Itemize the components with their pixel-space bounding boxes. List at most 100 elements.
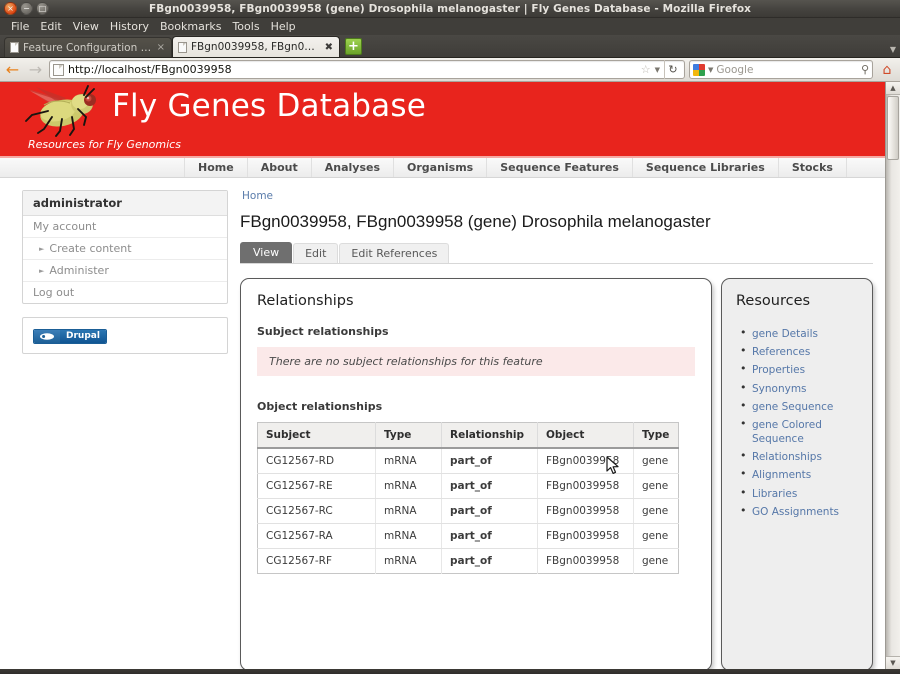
scroll-down-button[interactable]: ▼	[886, 656, 900, 669]
object-relationships-table: Subject Type Relationship Object Type CG…	[257, 422, 679, 574]
window-minimize-button[interactable]: −	[20, 2, 33, 15]
chevron-down-icon[interactable]: ▼	[708, 66, 713, 74]
tab-view[interactable]: View	[240, 242, 293, 263]
column-header-relationship: Relationship	[441, 422, 538, 449]
nav-item-organisms[interactable]: Organisms	[394, 158, 488, 177]
resource-link-properties[interactable]: Properties	[740, 361, 862, 379]
page-scrollbar[interactable]: ▲ ▼	[885, 82, 900, 669]
browser-tab-fbgn0039958[interactable]: FBgn0039958, FBgn0039958... ✖	[172, 36, 340, 57]
menu-tools[interactable]: Tools	[227, 19, 264, 35]
resource-link-alignments[interactable]: Alignments	[740, 466, 862, 484]
scroll-up-button[interactable]: ▲	[886, 82, 900, 95]
web-page: Fly Genes Database Resources for Fly Gen…	[0, 82, 885, 669]
resource-link-synonyms[interactable]: Synonyms	[740, 380, 862, 398]
browser-window: × − □ FBgn0039958, FBgn0039958 (gene) Dr…	[0, 0, 900, 674]
fly-logo-icon	[25, 85, 96, 137]
cell-subject[interactable]: CG12567-RD	[257, 448, 376, 474]
new-tab-button[interactable]: +	[345, 38, 362, 55]
window-close-button[interactable]: ×	[4, 2, 17, 15]
table-row: CG12567-RD mRNA part_of FBgn0039958 gene	[257, 448, 679, 474]
triangle-up-icon: ▲	[890, 84, 896, 92]
cell-subject-type: mRNA	[375, 448, 442, 474]
cell-subject[interactable]: CG12567-RA	[257, 523, 376, 549]
triangle-right-icon: ►	[39, 244, 45, 253]
reload-icon: ↻	[668, 63, 678, 76]
sidebar-item-create-content[interactable]: ► Create content	[23, 238, 227, 260]
reload-button[interactable]: ↻	[664, 60, 681, 79]
window-titlebar: × − □ FBgn0039958, FBgn0039958 (gene) Dr…	[0, 0, 900, 18]
cell-subject[interactable]: CG12567-RE	[257, 473, 376, 499]
scrollbar-thumb[interactable]	[887, 96, 899, 160]
search-input[interactable]: Google	[716, 64, 858, 76]
nav-item-analyses[interactable]: Analyses	[312, 158, 394, 177]
address-bar[interactable]: http://localhost/FBgn0039958 ☆ ▼ ↻	[49, 60, 685, 79]
cell-object-type: gene	[642, 555, 669, 567]
sidebar-item-my-account[interactable]: My account	[23, 216, 227, 238]
search-bar[interactable]: ▼ Google ⚲	[689, 60, 873, 79]
column-header-object: Object	[537, 422, 634, 449]
nav-item-sequence-features[interactable]: Sequence Features	[487, 158, 633, 177]
bookmark-star-icon[interactable]: ☆	[641, 63, 651, 76]
column-header-type-object: Type	[633, 422, 679, 449]
site-slogan: Resources for Fly Genomics	[28, 138, 181, 151]
home-icon: ⌂	[882, 61, 892, 78]
page-icon	[53, 63, 64, 76]
resource-link-libraries[interactable]: Libraries	[740, 485, 862, 503]
window-maximize-button[interactable]: □	[36, 2, 49, 15]
resource-link-gene-colored-sequence[interactable]: gene Colored Sequence	[740, 416, 862, 448]
tab-list-button[interactable]: ▼	[890, 45, 896, 54]
main-navigation: Home About Analyses Organisms Sequence F…	[0, 156, 885, 178]
nav-item-about[interactable]: About	[248, 158, 312, 177]
cell-object: FBgn0039958	[537, 473, 634, 499]
cell-subject-type: mRNA	[375, 548, 442, 574]
resource-link-go-assignments[interactable]: GO Assignments	[740, 503, 862, 521]
sidebar-item-log-out[interactable]: Log out	[23, 282, 227, 303]
close-icon[interactable]: ×	[157, 42, 165, 53]
menu-bookmarks[interactable]: Bookmarks	[155, 19, 226, 35]
page-icon	[178, 41, 187, 53]
arrow-left-icon: ←	[5, 59, 20, 79]
resource-link-gene-sequence[interactable]: gene Sequence	[740, 398, 862, 416]
cell-object-type: gene	[633, 498, 679, 524]
nav-item-home[interactable]: Home	[184, 158, 248, 177]
subject-relationships-heading: Subject relationships	[257, 325, 389, 338]
nav-item-stocks[interactable]: Stocks	[779, 158, 847, 177]
search-icon[interactable]: ⚲	[861, 63, 869, 76]
chevron-down-icon[interactable]: ▼	[655, 66, 660, 74]
sidebar-item-label: Administer	[49, 264, 109, 277]
back-button[interactable]: ←	[3, 60, 22, 79]
window-title: FBgn0039958, FBgn0039958 (gene) Drosophi…	[148, 2, 752, 15]
cell-subject[interactable]: CG12567-RC	[257, 498, 376, 524]
navigation-toolbar: ← → http://localhost/FBgn0039958 ☆ ▼ ↻ ▼…	[0, 58, 900, 82]
close-icon[interactable]: ✖	[325, 42, 333, 53]
resource-link-relationships[interactable]: Relationships	[740, 448, 862, 466]
url-text: http://localhost/FBgn0039958	[68, 63, 232, 76]
cell-subject[interactable]: CG12567-RF	[257, 548, 376, 574]
menu-edit[interactable]: Edit	[35, 19, 66, 35]
sidebar-item-administer[interactable]: ► Administer	[23, 260, 227, 282]
main-content: Home FBgn0039958, FBgn0039958 (gene) Dro…	[228, 190, 885, 669]
breadcrumb[interactable]: Home	[240, 190, 873, 212]
cell-object: FBgn0039958	[537, 498, 634, 524]
resource-link-gene-details[interactable]: gene Details	[740, 325, 862, 343]
nav-item-sequence-libraries[interactable]: Sequence Libraries	[633, 158, 779, 177]
drupal-badge[interactable]: Drupal	[33, 329, 107, 344]
resource-link-references[interactable]: References	[740, 343, 862, 361]
table-row: CG12567-RE mRNA part_of FBgn0039958 gene	[257, 473, 679, 499]
tab-edit-references[interactable]: Edit References	[339, 243, 450, 263]
breadcrumb-home-link[interactable]: Home	[242, 190, 273, 202]
tab-edit[interactable]: Edit	[293, 243, 339, 263]
menu-bar: File Edit View History Bookmarks Tools H…	[0, 18, 900, 35]
browser-tab-feature-configuration[interactable]: Feature Configuration | Fly ... ×	[4, 37, 172, 57]
tab-label: FBgn0039958, FBgn0039958...	[191, 41, 321, 53]
forward-button[interactable]: →	[26, 60, 45, 79]
menu-help[interactable]: Help	[266, 19, 301, 35]
home-button[interactable]: ⌂	[877, 60, 897, 80]
menu-history[interactable]: History	[105, 19, 154, 35]
user-block-title: administrator	[23, 191, 227, 216]
page-body: administrator My account ► Create conten…	[0, 178, 885, 669]
cell-subject-type: mRNA	[375, 498, 442, 524]
menu-file[interactable]: File	[6, 19, 34, 35]
menu-view[interactable]: View	[68, 19, 104, 35]
page-viewport: Fly Genes Database Resources for Fly Gen…	[0, 82, 900, 669]
